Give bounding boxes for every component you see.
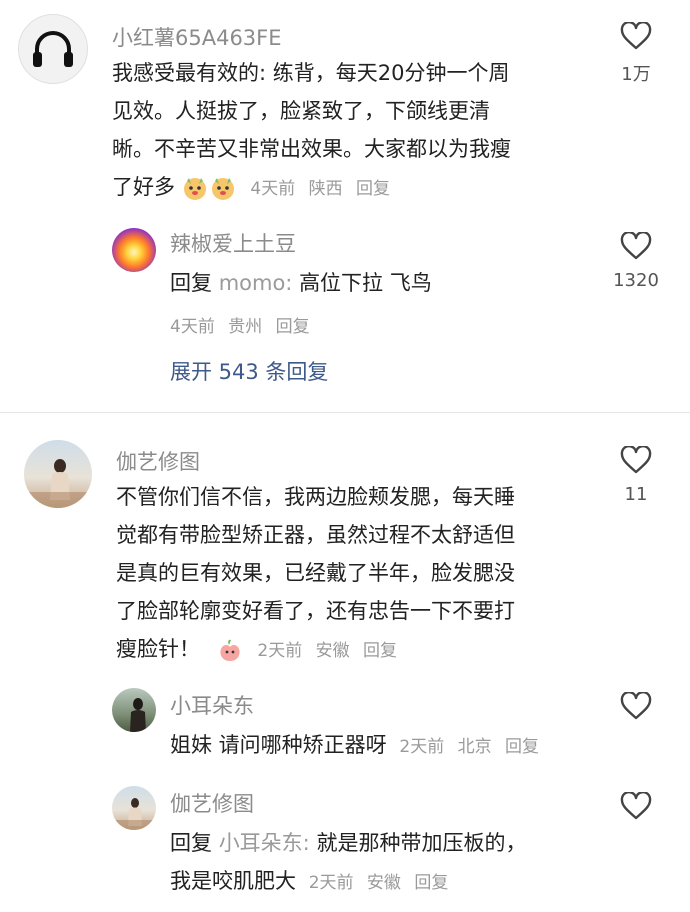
comment-time: 4天前: [250, 179, 296, 199]
like-button[interactable]: 1320: [600, 232, 672, 291]
reply-button[interactable]: 回复: [414, 873, 448, 893]
comment-text: 不管你们信不信，我两边脸颊发腮，每天睡 觉都有带脸型矫正器，虽然过程不太舒适但 …: [116, 485, 515, 661]
reply-to-user[interactable]: 小耳朵东:: [219, 831, 310, 855]
peach-emoji-icon: [220, 639, 240, 661]
divider: [0, 412, 690, 413]
avatar[interactable]: [18, 14, 88, 84]
reply-time: 4天前: [170, 317, 215, 337]
person-photo-icon: [112, 798, 156, 830]
heart-icon: [620, 446, 652, 474]
reply-meta: 4天前 贵州 回复: [170, 312, 318, 337]
dog-emoji-icon: [211, 178, 234, 200]
reply-text: 姐妹 请问哪种矫正器呀 2天前 北京 回复: [170, 726, 547, 764]
heart-icon: [620, 232, 652, 260]
heart-icon: [620, 22, 652, 50]
avatar[interactable]: [112, 786, 156, 830]
heart-icon: [620, 792, 652, 820]
reply-time: 2天前: [399, 737, 445, 757]
comment-username[interactable]: 小红薯65A463FE: [112, 22, 282, 52]
reply-text: 回复 momo: 高位下拉 飞鸟: [170, 271, 432, 295]
reply-location: 北京: [457, 737, 492, 757]
reply-time: 2天前: [308, 873, 354, 893]
comment-time: 2天前: [257, 641, 303, 661]
like-count: 1320: [613, 270, 659, 291]
reply-button[interactable]: 回复: [356, 179, 390, 199]
comment-location: 安徽: [315, 641, 350, 661]
avatar[interactable]: [112, 228, 156, 272]
reply-username[interactable]: 辣椒爱上土豆: [170, 228, 296, 258]
avatar[interactable]: [112, 688, 156, 732]
comment-location: 陕西: [308, 179, 343, 199]
like-button[interactable]: 1万: [608, 22, 664, 86]
person-photo-icon: [24, 459, 92, 508]
expand-replies-link[interactable]: 展开 543 条回复: [170, 356, 328, 386]
reply-location: 安徽: [366, 873, 401, 893]
like-button[interactable]: 11: [608, 446, 664, 505]
reply-button[interactable]: 回复: [363, 641, 397, 661]
comment-meta: 4天前 陕西 回复: [250, 179, 398, 199]
reply-username[interactable]: 伽艺修图: [170, 788, 254, 818]
reply-button[interactable]: 回复: [505, 737, 539, 757]
comment-text: 我感受最有效的: 练背，每天20分钟一个周 见效。人挺拔了，脸紧致了，下颌线更清…: [112, 61, 511, 200]
like-count: 1万: [621, 64, 651, 85]
reply-meta: 2天前 安徽 回复: [309, 873, 457, 893]
like-button[interactable]: [608, 792, 664, 820]
reply-to-user[interactable]: momo:: [219, 271, 293, 295]
comment-meta: 2天前 安徽 回复: [257, 641, 405, 661]
reply-text: 回复 小耳朵东: 就是那种带加压板的， 我是咬肌肥大 2天前 安徽 回复: [170, 831, 527, 893]
avatar[interactable]: [24, 440, 92, 508]
like-button[interactable]: [608, 692, 664, 720]
reply-location: 贵州: [228, 317, 263, 337]
like-count: 11: [624, 484, 648, 505]
reply-button[interactable]: 回复: [276, 317, 310, 337]
reply-username[interactable]: 小耳朵东: [170, 690, 254, 720]
headphones-icon: [33, 31, 73, 67]
heart-icon: [620, 692, 652, 720]
dog-emoji-icon: [183, 178, 206, 200]
person-photo-icon: [130, 698, 146, 732]
reply-meta: 2天前 北京 回复: [399, 737, 547, 757]
comment-username[interactable]: 伽艺修图: [116, 446, 200, 476]
